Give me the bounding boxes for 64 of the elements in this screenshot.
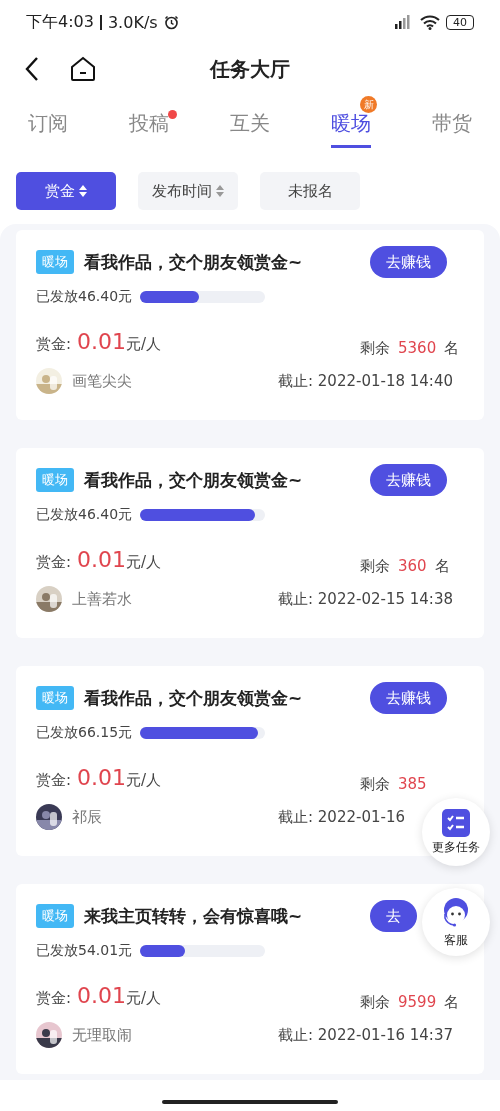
- status-time: 下午4:03: [26, 11, 94, 33]
- reward-label: 赏金:: [36, 989, 72, 1008]
- earn-button[interactable]: 去: [370, 900, 417, 932]
- reward-value: 0.01: [77, 329, 127, 354]
- tab[interactable]: 互关: [230, 110, 270, 148]
- remaining-unit: 名: [444, 339, 460, 358]
- remaining-count: 360: [398, 557, 427, 576]
- deadline: 截止: 2022-01-18 14:40: [278, 372, 453, 390]
- paid-amount: 已发放46.40元: [36, 288, 133, 306]
- reward-label: 赏金:: [36, 553, 72, 572]
- back-icon[interactable]: [24, 56, 40, 82]
- deadline: 截止: 2022-02-15 14:38: [278, 590, 453, 608]
- earn-button[interactable]: 去赚钱: [370, 464, 447, 496]
- tab[interactable]: 投稿: [129, 110, 169, 148]
- category-tag: 暖场: [36, 686, 74, 710]
- paid-amount: 已发放54.01元: [36, 942, 133, 960]
- home-icon[interactable]: [70, 56, 96, 82]
- wifi-icon: [420, 14, 440, 30]
- remaining-count: 9599: [398, 993, 437, 1012]
- page-title: 任务大厅: [210, 55, 290, 83]
- user-name: 无理取闹: [72, 1025, 132, 1045]
- filter-button[interactable]: 发布时间: [138, 172, 238, 210]
- reward-value: 0.01: [77, 765, 127, 790]
- earn-button[interactable]: 去赚钱: [370, 246, 447, 278]
- filter-button[interactable]: 未报名: [260, 172, 360, 210]
- remaining-label: 剩余: [360, 775, 390, 794]
- task-title: 来我主页转转，会有惊喜哦~: [84, 904, 304, 928]
- remaining-label: 剩余: [360, 557, 390, 576]
- remaining-count: 5360: [398, 339, 437, 358]
- task-title: 看我作品，交个朋友领赏金~: [84, 250, 304, 274]
- filter-button[interactable]: 赏金: [16, 172, 116, 210]
- reward-label: 赏金:: [36, 771, 72, 790]
- user-name: 上善若水: [72, 589, 132, 609]
- alarm-icon: [163, 14, 179, 30]
- reward-value: 0.01: [77, 547, 127, 572]
- new-badge: 新: [360, 96, 377, 113]
- remaining-label: 剩余: [360, 339, 390, 358]
- user-name: 祁辰: [72, 807, 102, 827]
- paid-amount: 已发放46.40元: [36, 506, 133, 524]
- reward-unit: 元/人: [126, 553, 162, 572]
- user-name: 画笔尖尖: [72, 371, 132, 391]
- deadline: 截止: 2022-01-16 14:37: [278, 1026, 453, 1044]
- category-tag: 暖场: [36, 904, 74, 928]
- earn-button[interactable]: 去赚钱: [370, 682, 447, 714]
- task-title: 看我作品，交个朋友领赏金~: [84, 468, 304, 492]
- category-tag: 暖场: [36, 468, 74, 492]
- reward-unit: 元/人: [126, 989, 162, 1008]
- checklist-icon: [442, 808, 470, 837]
- reward-unit: 元/人: [126, 335, 162, 354]
- reward-unit: 元/人: [126, 771, 162, 790]
- tab[interactable]: 订阅: [28, 110, 68, 148]
- category-tag: 暖场: [36, 250, 74, 274]
- task-title: 看我作品，交个朋友领赏金~: [84, 686, 304, 710]
- remaining-count: 385: [398, 775, 427, 794]
- remaining-unit: 名: [444, 993, 460, 1012]
- paid-amount: 已发放66.15元: [36, 724, 133, 742]
- tab[interactable]: 带货: [432, 110, 472, 148]
- deadline: 截止: 2022-01-16: [278, 808, 405, 826]
- battery-indicator: 40: [446, 14, 474, 30]
- reward-label: 赏金:: [36, 335, 72, 354]
- remaining-unit: 名: [434, 557, 450, 576]
- network-speed: 3.0K/s: [107, 12, 158, 32]
- remaining-label: 剩余: [360, 993, 390, 1012]
- reward-value: 0.01: [77, 983, 127, 1008]
